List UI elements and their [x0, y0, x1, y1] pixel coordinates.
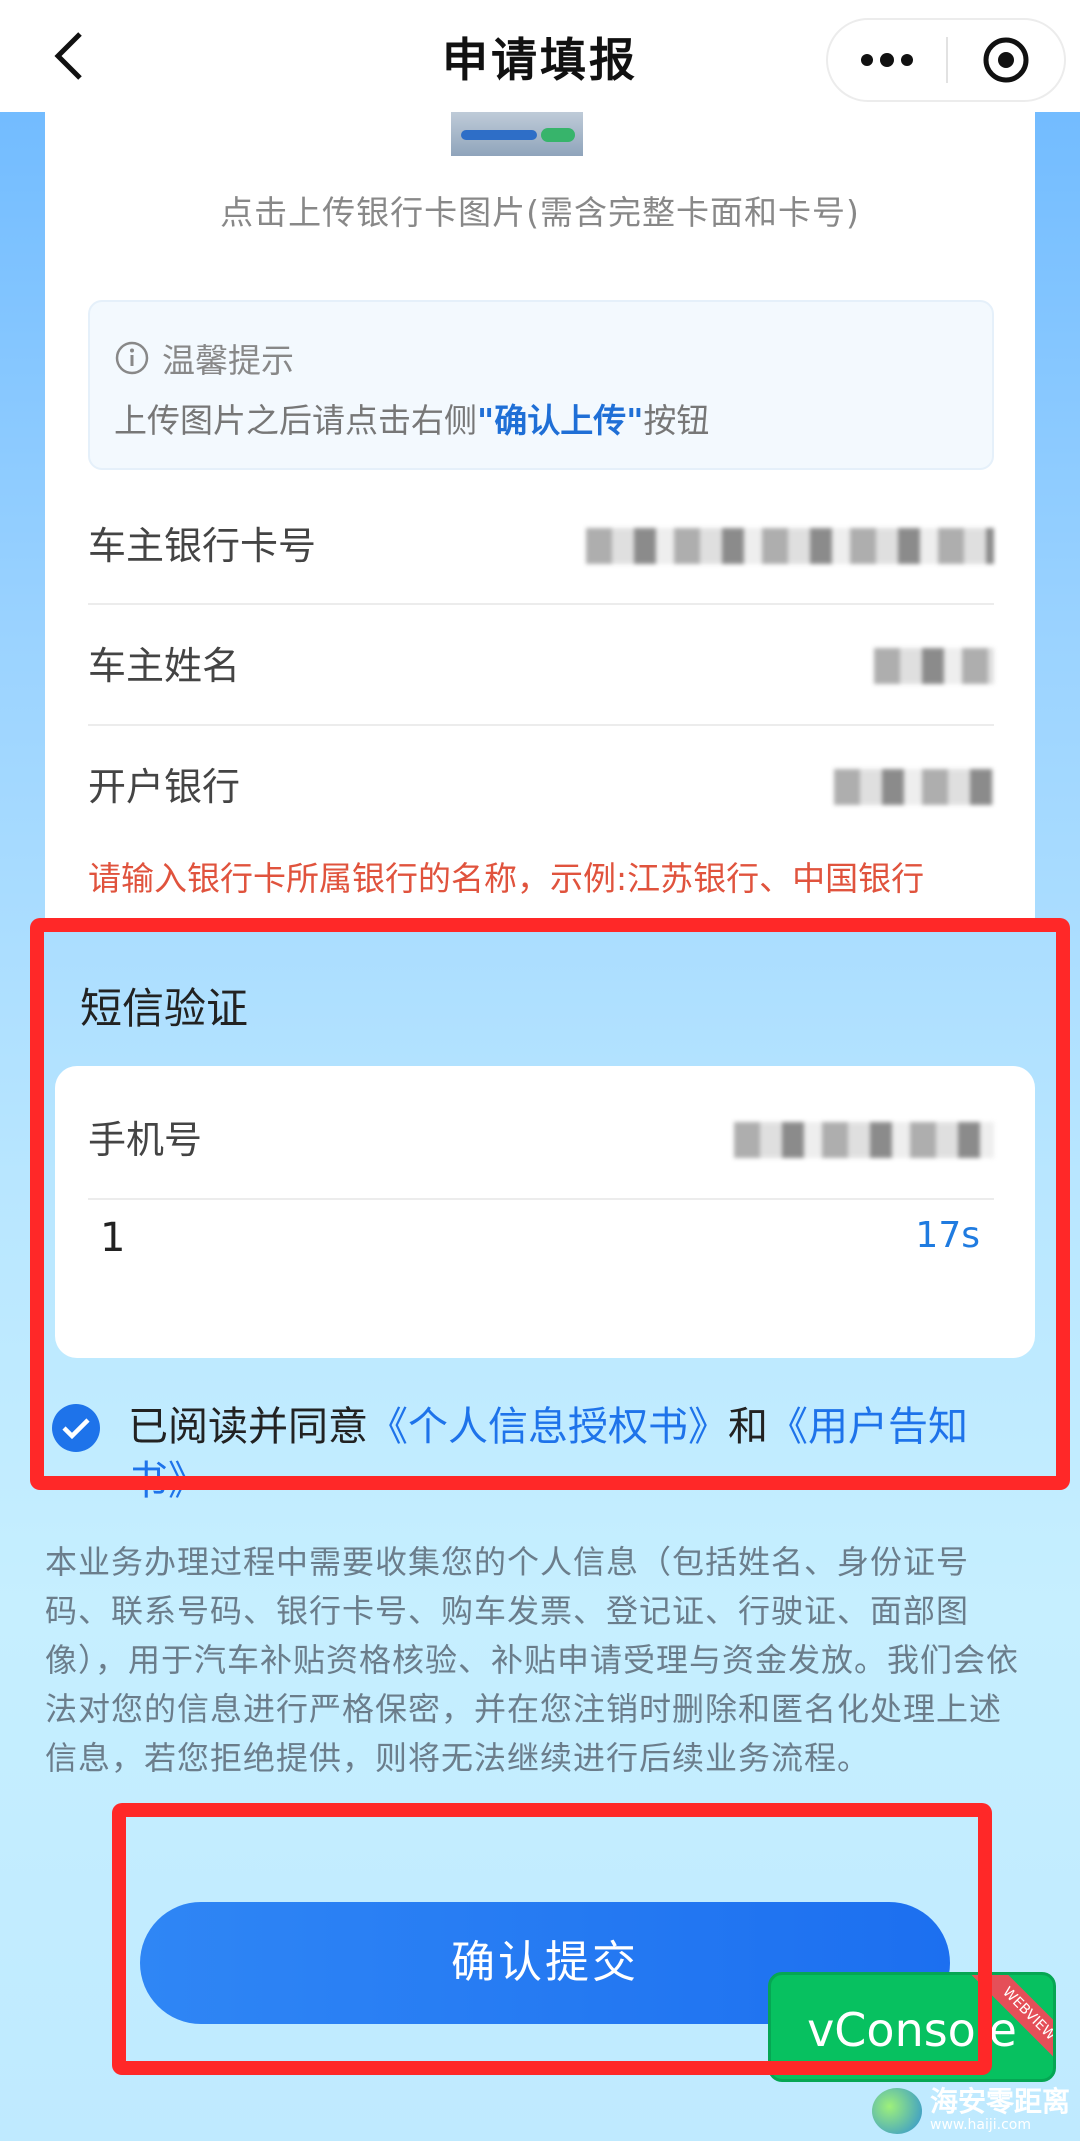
bank-label: 开户银行 [88, 765, 241, 809]
tip-box: 温馨提示 上传图片之后请点击右侧"确认上传"按钮 [88, 300, 994, 470]
annotation-box-submit [112, 1803, 992, 2075]
annotation-box-sms [30, 918, 1070, 1490]
mini-program-capsule [826, 18, 1066, 102]
info-icon [115, 341, 149, 375]
owner-name-value-masked[interactable] [874, 648, 994, 684]
card-number-value-masked[interactable] [586, 528, 994, 564]
divider [88, 724, 994, 726]
divider [88, 603, 994, 605]
site-watermark: 海安零距离 www.haiji.com [872, 2088, 1070, 2134]
tip-title: 温馨提示 [162, 341, 294, 380]
bank-warning-text: 请输入银行卡所属银行的名称，示例:江苏银行、中国银行 [88, 859, 925, 898]
watermark-logo-icon [872, 2088, 922, 2134]
watermark-text: 海安零距离 www.haiji.com [930, 2088, 1070, 2134]
owner-name-row[interactable]: 车主姓名 [88, 606, 994, 726]
watermark-url: www.haiji.com [930, 2117, 1031, 2133]
nav-bar: 申请填报 [0, 0, 1080, 112]
tip-body: 上传图片之后请点击右侧"确认上传"按钮 [114, 394, 709, 442]
card-number-row[interactable]: 车主银行卡号 [88, 486, 994, 606]
target-circle-icon[interactable] [948, 20, 1064, 100]
tip-header: 温馨提示 [114, 334, 294, 382]
tip-body-suffix: 按钮 [643, 401, 710, 440]
thumbnail-bar [461, 130, 537, 140]
tip-body-highlight: "确认上传" [477, 401, 644, 440]
privacy-notice: 本业务办理过程中需要收集您的个人信息（包括姓名、身份证号码、联系号码、银行卡号、… [45, 1543, 1020, 1777]
upload-hint: 点击上传银行卡图片(需含完整卡面和卡号) [220, 193, 860, 232]
bank-card-thumbnail[interactable] [451, 112, 583, 156]
more-dots-icon[interactable] [828, 20, 946, 100]
tip-body-prefix: 上传图片之后请点击右侧 [114, 401, 477, 440]
owner-name-label: 车主姓名 [88, 644, 241, 688]
card-number-label: 车主银行卡号 [88, 524, 317, 568]
bank-row[interactable]: 开户银行 [88, 727, 994, 847]
bank-value-masked[interactable] [834, 769, 994, 805]
thumbnail-badge [541, 128, 575, 142]
watermark-name: 海安零距离 [930, 2085, 1071, 2118]
